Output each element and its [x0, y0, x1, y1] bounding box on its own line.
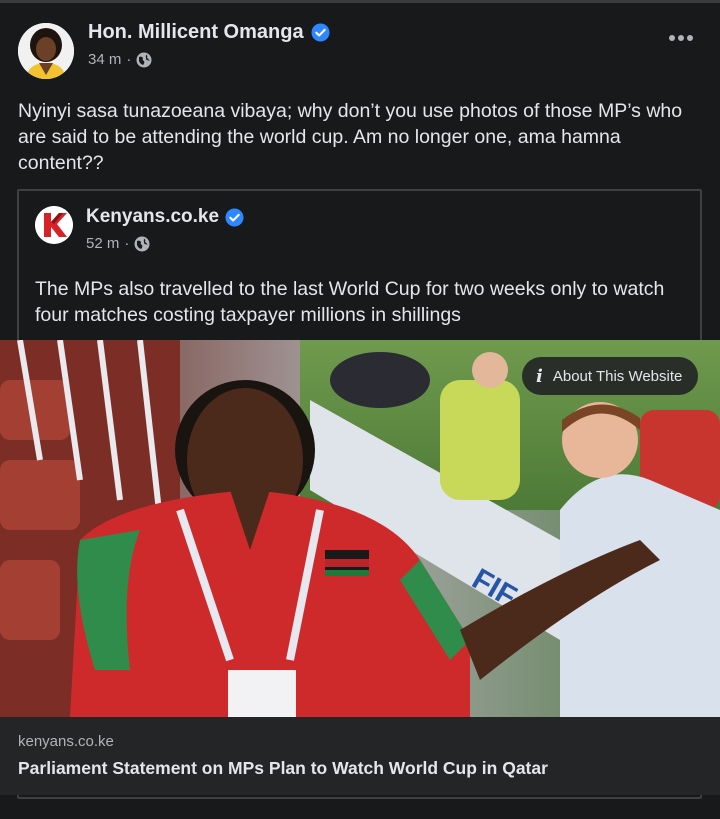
link-preview-image[interactable]: FIFA — [0, 340, 720, 717]
top-divider — [0, 0, 720, 3]
meta-separator: · — [126, 51, 132, 68]
info-icon: i — [536, 365, 543, 387]
about-this-website-button[interactable]: i About This Website — [522, 357, 699, 395]
kenyans-logo-icon[interactable] — [35, 206, 73, 244]
globe-icon — [134, 236, 150, 251]
link-domain: kenyans.co.ke — [18, 733, 114, 750]
verified-badge-icon — [311, 23, 330, 42]
more-options-icon[interactable] — [668, 22, 694, 48]
meta-separator: · — [124, 235, 130, 252]
post-text: Nyinyi sasa tunazoeana vibaya; why don’t… — [18, 100, 683, 174]
shared-author-name[interactable]: Kenyans.co.ke — [86, 206, 219, 228]
link-headline[interactable]: Parliament Statement on MPs Plan to Watc… — [18, 758, 548, 779]
author-name[interactable]: Hon. Millicent Omanga — [88, 21, 304, 44]
author-avatar[interactable] — [18, 23, 74, 79]
shared-post-time[interactable]: 52 m — [86, 235, 119, 252]
globe-icon — [136, 52, 152, 67]
verified-badge-icon — [225, 207, 244, 227]
about-label: About This Website — [552, 367, 683, 385]
link-preview-footer[interactable] — [0, 717, 720, 795]
shared-post-text: The MPs also travelled to the last World… — [35, 278, 665, 326]
post-time[interactable]: 34 m — [88, 51, 121, 68]
